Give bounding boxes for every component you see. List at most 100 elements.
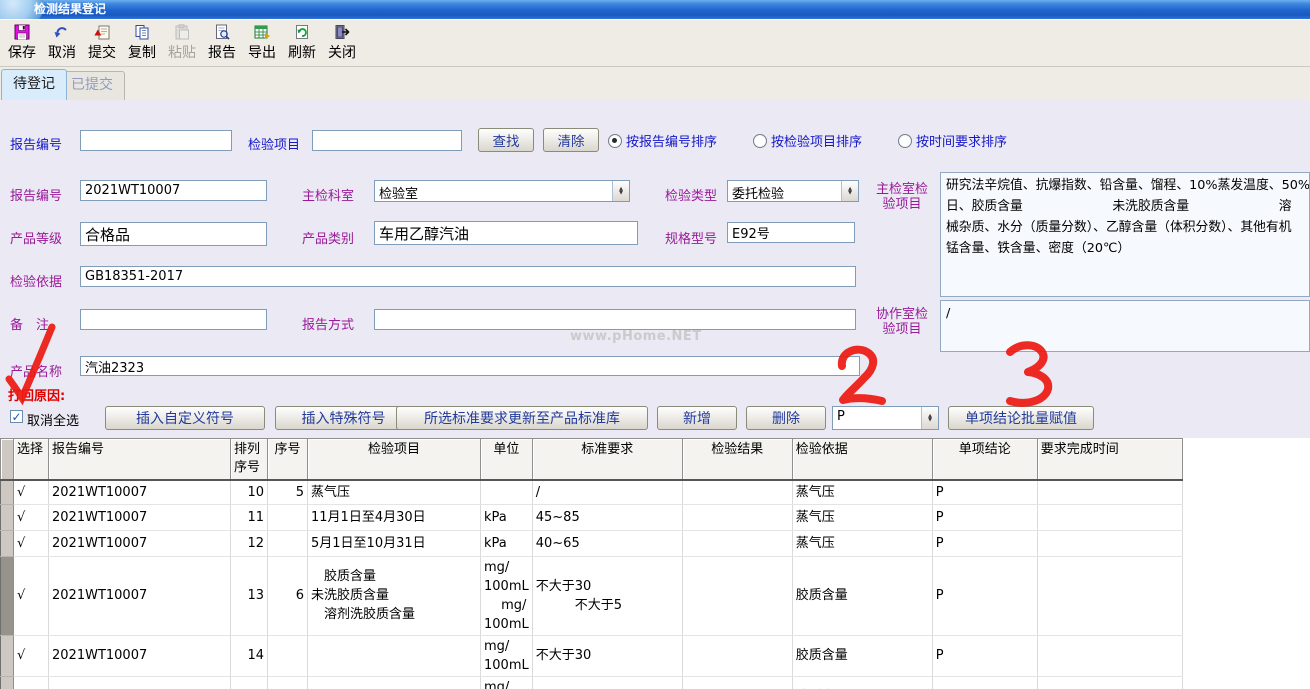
save-button[interactable]: 保存 xyxy=(2,21,42,65)
search-report-no-input[interactable] xyxy=(80,130,232,151)
product-category-input[interactable] xyxy=(374,221,638,245)
seq-no-cell[interactable] xyxy=(268,504,308,530)
report-method-input[interactable] xyxy=(374,309,856,330)
column-header[interactable]: 序号 xyxy=(268,439,308,481)
sort-by-report-no[interactable]: 按报告编号排序 xyxy=(608,131,717,150)
table-row[interactable]: √2021WT10007105蒸气压/蒸气压P xyxy=(1,480,1183,504)
export-button[interactable]: 导出 xyxy=(242,21,282,65)
basis-cell[interactable]: 胶质含量 xyxy=(792,676,932,689)
basis-cell[interactable]: 胶质含量 xyxy=(792,556,932,635)
row-select-check[interactable]: √ xyxy=(14,676,49,689)
coop-items-textarea[interactable]: / xyxy=(940,300,1310,352)
delete-row-button[interactable]: 删除 xyxy=(746,406,826,430)
refresh-button[interactable]: 刷新 xyxy=(282,21,322,65)
test-result-cell[interactable] xyxy=(682,530,792,556)
update-standard-button[interactable]: 所选标准要求更新至产品标准库 xyxy=(396,406,648,430)
order-no-cell[interactable]: 11 xyxy=(231,504,268,530)
seq-no-cell[interactable] xyxy=(268,676,308,689)
seq-no-cell[interactable]: 5 xyxy=(268,480,308,504)
row-select-check[interactable]: √ xyxy=(14,635,49,676)
unit-cell[interactable] xyxy=(481,480,533,504)
std-requirement-cell[interactable]: 不大于30 xyxy=(532,635,682,676)
basis-cell[interactable]: 胶质含量 xyxy=(792,635,932,676)
test-item-cell[interactable]: 5月1日至10月31日 xyxy=(308,530,481,556)
basis-cell[interactable]: 蒸气压 xyxy=(792,480,932,504)
test-item-cell[interactable] xyxy=(308,676,481,689)
unit-cell[interactable]: mg/ 100mL xyxy=(481,635,533,676)
order-no-cell[interactable]: 10 xyxy=(231,480,268,504)
conclusion-cell[interactable]: P xyxy=(932,530,1037,556)
report-no-cell[interactable]: 2021WT10007 xyxy=(49,480,231,504)
test-item-cell[interactable]: 蒸气压 xyxy=(308,480,481,504)
copy-button[interactable]: 复制 xyxy=(122,21,162,65)
deadline-cell[interactable] xyxy=(1037,504,1182,530)
deadline-cell[interactable] xyxy=(1037,635,1182,676)
seq-no-cell[interactable] xyxy=(268,530,308,556)
row-indicator[interactable] xyxy=(1,556,14,635)
insert-custom-symbol-button[interactable]: 插入自定义符号 xyxy=(105,406,265,430)
conclusion-cell[interactable]: P xyxy=(932,504,1037,530)
std-requirement-cell[interactable]: 不大于30 不大于5 xyxy=(532,556,682,635)
test-result-cell[interactable] xyxy=(682,480,792,504)
std-requirement-cell[interactable]: / xyxy=(532,480,682,504)
column-header[interactable]: 检验依据 xyxy=(792,439,932,481)
basis-cell[interactable]: 蒸气压 xyxy=(792,504,932,530)
table-row[interactable]: √2021WT1000714mg/ 100mL不大于30胶质含量P xyxy=(1,635,1183,676)
column-header[interactable]: 单项结论 xyxy=(932,439,1037,481)
row-indicator[interactable] xyxy=(1,676,14,689)
row-indicator[interactable] xyxy=(1,635,14,676)
table-row[interactable]: √2021WT1000715mg/ 100mL不大于5胶质含量P xyxy=(1,676,1183,689)
close-button[interactable]: 关闭 xyxy=(322,21,362,65)
product-name-input[interactable] xyxy=(80,356,860,376)
deadline-cell[interactable] xyxy=(1037,556,1182,635)
order-no-cell[interactable]: 15 xyxy=(231,676,268,689)
column-header[interactable]: 排列 序号 xyxy=(231,439,268,481)
main-items-textarea[interactable]: 研究法辛烷值、抗爆指数、铅含量、馏程、10%蒸发温度、50%蒸 日、胶质含量 未… xyxy=(940,172,1310,297)
column-header[interactable]: 检验结果 xyxy=(682,439,792,481)
row-indicator[interactable] xyxy=(1,480,14,504)
sort-by-test-item[interactable]: 按检验项目排序 xyxy=(753,131,862,150)
spinner-icon[interactable]: ▲▼ xyxy=(612,181,629,201)
spec-model-input[interactable] xyxy=(727,222,855,243)
tab-pending[interactable]: 待登记 xyxy=(1,69,67,100)
find-button[interactable]: 查找 xyxy=(478,128,534,152)
insert-special-symbol-button[interactable]: 插入特殊符号 xyxy=(275,406,412,430)
basis-cell[interactable]: 蒸气压 xyxy=(792,530,932,556)
row-select-check[interactable]: √ xyxy=(14,530,49,556)
order-no-cell[interactable]: 13 xyxy=(231,556,268,635)
column-header[interactable]: 检验项目 xyxy=(308,439,481,481)
seq-no-cell[interactable] xyxy=(268,635,308,676)
sort-by-time-required[interactable]: 按时间要求排序 xyxy=(898,131,1007,150)
column-header[interactable]: 单位 xyxy=(481,439,533,481)
test-result-cell[interactable] xyxy=(682,556,792,635)
test-result-cell[interactable] xyxy=(682,676,792,689)
seq-no-cell[interactable]: 6 xyxy=(268,556,308,635)
table-row[interactable]: √2021WT100071111月1日至4月30日kPa45~85蒸气压P xyxy=(1,504,1183,530)
test-item-cell[interactable]: 胶质含量 未洗胶质含量 溶剂洗胶质含量 xyxy=(308,556,481,635)
order-no-cell[interactable]: 14 xyxy=(231,635,268,676)
deadline-cell[interactable] xyxy=(1037,480,1182,504)
row-indicator[interactable] xyxy=(1,530,14,556)
unit-cell[interactable]: mg/ 100mL mg/ 100mL xyxy=(481,556,533,635)
conclusion-cell[interactable]: P xyxy=(932,480,1037,504)
add-row-button[interactable]: 新增 xyxy=(657,406,737,430)
radio-icon[interactable] xyxy=(608,134,622,148)
unit-cell[interactable]: kPa xyxy=(481,504,533,530)
test-type-combo[interactable]: 委托检验 ▲▼ xyxy=(727,180,859,202)
std-requirement-cell[interactable]: 不大于5 xyxy=(532,676,682,689)
test-basis-input[interactable] xyxy=(80,266,856,287)
test-item-cell[interactable]: 11月1日至4月30日 xyxy=(308,504,481,530)
report-button[interactable]: 报告 xyxy=(202,21,242,65)
select-all-checkbox[interactable]: ✓ xyxy=(10,410,23,423)
report-no-cell[interactable]: 2021WT10007 xyxy=(49,676,231,689)
column-header[interactable]: 选择 xyxy=(14,439,49,481)
test-result-cell[interactable] xyxy=(682,635,792,676)
conclusion-cell[interactable]: P xyxy=(932,635,1037,676)
std-requirement-cell[interactable]: 40~65 xyxy=(532,530,682,556)
std-requirement-cell[interactable]: 45~85 xyxy=(532,504,682,530)
test-result-cell[interactable] xyxy=(682,504,792,530)
clear-button[interactable]: 清除 xyxy=(543,128,599,152)
report-no-cell[interactable]: 2021WT10007 xyxy=(49,504,231,530)
unit-cell[interactable]: mg/ 100mL xyxy=(481,676,533,689)
unit-cell[interactable]: kPa xyxy=(481,530,533,556)
